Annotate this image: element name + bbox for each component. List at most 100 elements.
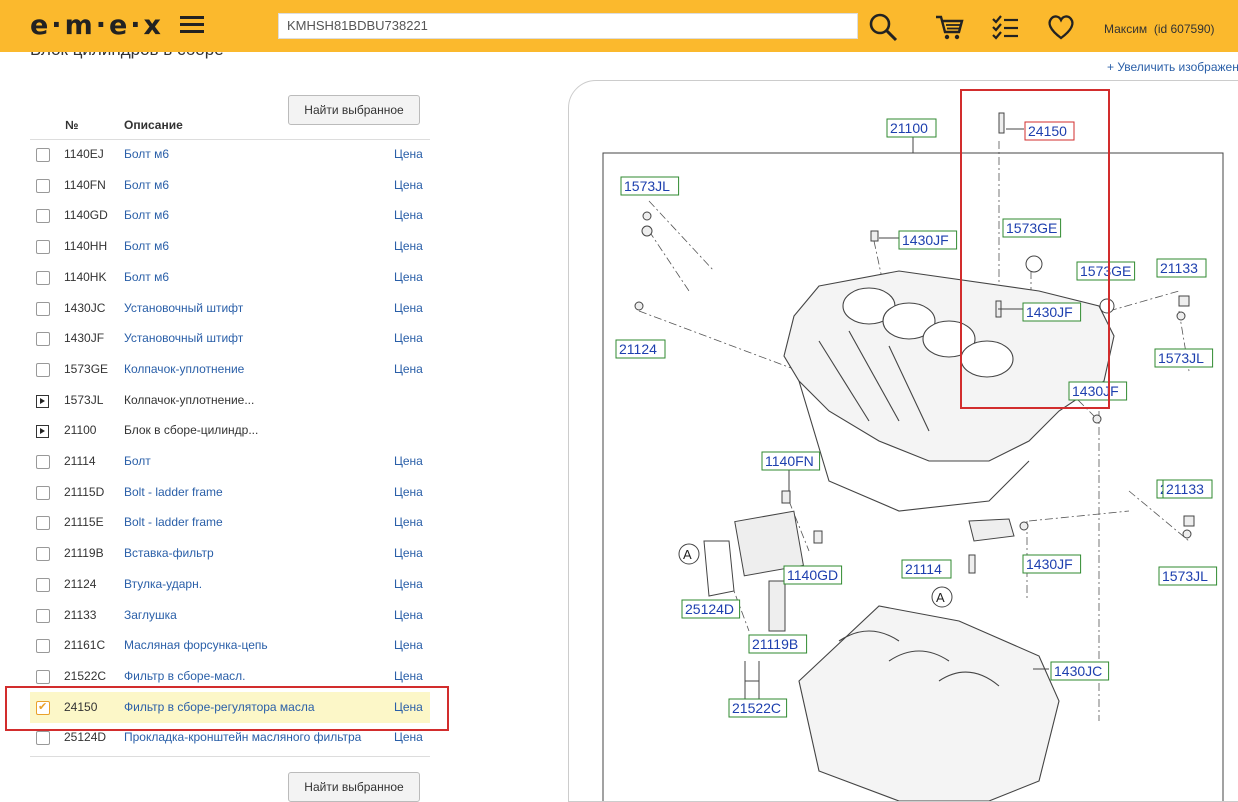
part-description[interactable]: Прокладка-кронштейн масляного фильтра [124, 730, 361, 744]
diagram-label-21100[interactable]: 21100 [886, 118, 937, 138]
price-link[interactable]: Цена [394, 669, 423, 683]
table-row[interactable]: 21161C Масляная форсунка-цепь Цена [30, 630, 430, 661]
row-checkbox[interactable] [36, 240, 50, 255]
part-description[interactable]: Болт м6 [124, 178, 169, 192]
expand-icon[interactable] [36, 394, 49, 408]
table-row[interactable]: 21133 Заглушка Цена [30, 600, 430, 631]
diagram-label-1573JL[interactable]: 1573JL [1158, 566, 1218, 586]
price-link[interactable]: Цена [394, 485, 423, 499]
cart-icon[interactable] [934, 12, 964, 42]
diagram-label-1430JF[interactable]: 1430JF [1022, 554, 1082, 574]
user-info[interactable]: Максим (id 607590) [1104, 22, 1215, 36]
column-description: Описание [124, 118, 183, 132]
row-checkbox[interactable] [36, 608, 50, 623]
diagram-label-21124[interactable]: 21124 [615, 339, 666, 359]
part-number: 21133 [64, 607, 97, 622]
diagram-label-25124D[interactable]: 25124D [681, 599, 741, 619]
find-selected-button-bottom[interactable]: Найти выбранное [288, 772, 420, 802]
diagram-label-21133[interactable]: 21133 [1162, 479, 1213, 499]
search-icon[interactable] [868, 12, 898, 42]
table-row[interactable]: 21115D Bolt - ladder frame Цена [30, 477, 430, 508]
checklist-icon[interactable] [990, 12, 1020, 42]
row-checkbox[interactable] [36, 209, 50, 224]
row-checkbox[interactable] [36, 301, 50, 316]
part-description[interactable]: Болт м6 [124, 239, 169, 253]
diagram-label-21133[interactable]: 21133 [1156, 258, 1207, 278]
price-link[interactable]: Цена [394, 638, 423, 652]
row-checkbox[interactable] [36, 639, 50, 654]
diagram-label-21119B[interactable]: 21119B [748, 634, 808, 654]
row-checkbox[interactable] [36, 547, 50, 562]
menu-icon[interactable] [180, 12, 204, 36]
price-link[interactable]: Цена [394, 178, 423, 192]
part-description[interactable]: Масляная форсунка-цепь [124, 638, 268, 652]
table-row[interactable]: 1430JC Установочный штифт Цена [30, 293, 430, 324]
row-checkbox[interactable] [36, 485, 50, 500]
row-checkbox[interactable] [36, 178, 50, 193]
row-checkbox[interactable] [36, 669, 50, 684]
part-description[interactable]: Установочный штифт [124, 331, 243, 345]
part-description[interactable]: Болт м6 [124, 270, 169, 284]
part-description[interactable]: Заглушка [124, 608, 177, 622]
part-description[interactable]: Bolt - ladder frame [124, 515, 223, 529]
row-checkbox[interactable] [36, 270, 50, 285]
part-description[interactable]: Втулка-ударн. [124, 577, 202, 591]
price-link[interactable]: Цена [394, 577, 423, 591]
table-row[interactable]: 1140GD Болт м6 Цена [30, 200, 430, 231]
part-description[interactable]: Фильтр в сборе-масл. [124, 669, 246, 683]
price-link[interactable]: Цена [394, 608, 423, 622]
price-link[interactable]: Цена [394, 208, 423, 222]
diagram-label-1573JL[interactable]: 1573JL [620, 176, 680, 196]
price-link[interactable]: Цена [394, 730, 423, 744]
table-row[interactable]: 1140EJ Болт м6 Цена [30, 139, 430, 170]
table-row[interactable]: 21100 Блок в сборе-цилиндр... [30, 415, 430, 446]
table-row[interactable]: 21115E Bolt - ladder frame Цена [30, 507, 430, 538]
diagram-label-21522C[interactable]: 21522C [728, 698, 788, 718]
emex-logo[interactable]: e·m·e·x [30, 10, 164, 41]
diagram-label-text: 21133 [1160, 260, 1198, 276]
diagram-label-21114[interactable]: 21114 [901, 559, 952, 579]
part-description[interactable]: Установочный штифт [124, 301, 243, 315]
diagram-label-1573JL[interactable]: 1573JL [1154, 348, 1214, 368]
part-description[interactable]: Bolt - ladder frame [124, 485, 223, 499]
price-link[interactable]: Цена [394, 546, 423, 560]
expand-icon[interactable] [36, 425, 49, 439]
table-row[interactable]: 1140FN Болт м6 Цена [30, 170, 430, 201]
zoom-image-link[interactable]: + Увеличить изображен [1107, 60, 1238, 74]
price-link[interactable]: Цена [394, 270, 423, 284]
price-link[interactable]: Цена [394, 331, 423, 345]
parts-diagram[interactable]: 21100241501573JL1573GE1573GE211332113314… [569, 81, 1238, 801]
table-row[interactable]: 21119B Вставка-фильтр Цена [30, 538, 430, 569]
heart-icon[interactable] [1046, 12, 1076, 42]
price-link[interactable]: Цена [394, 147, 423, 161]
part-description[interactable]: Болт м6 [124, 208, 169, 222]
diagram-label-1430JF[interactable]: 1430JF [898, 230, 958, 250]
price-link[interactable]: Цена [394, 362, 423, 376]
row-checkbox[interactable] [36, 362, 50, 377]
table-row[interactable]: 21124 Втулка-ударн. Цена [30, 569, 430, 600]
table-row[interactable]: 1140HH Болт м6 Цена [30, 231, 430, 262]
part-description[interactable]: Колпачок-уплотнение [124, 362, 244, 376]
part-description[interactable]: Вставка-фильтр [124, 546, 214, 560]
row-checkbox[interactable] [36, 516, 50, 531]
row-checkbox[interactable] [36, 148, 50, 162]
table-row[interactable]: 1140HK Болт м6 Цена [30, 262, 430, 293]
part-description[interactable]: Болт м6 [124, 147, 169, 161]
table-row[interactable]: 1573JL Колпачок-уплотнение... [30, 385, 430, 416]
diagram-label-1140GD[interactable]: 1140GD [783, 565, 843, 585]
row-checkbox[interactable] [36, 455, 50, 469]
row-checkbox[interactable] [36, 577, 50, 592]
row-checkbox[interactable] [36, 731, 50, 746]
table-row[interactable]: 21114 Болт Цена [30, 446, 430, 477]
price-link[interactable]: Цена [394, 239, 423, 253]
search-input[interactable]: KMHSH81BDBU738221 [278, 13, 858, 39]
price-link[interactable]: Цена [394, 515, 423, 529]
table-row[interactable]: 1573GE Колпачок-уплотнение Цена [30, 354, 430, 385]
row-checkbox[interactable] [36, 332, 50, 347]
diagram-label-1430JC[interactable]: 1430JC [1050, 661, 1110, 681]
diagram-label-1140FN[interactable]: 1140FN [761, 451, 821, 471]
price-link[interactable]: Цена [394, 301, 423, 315]
part-description[interactable]: Болт [124, 454, 151, 468]
table-row[interactable]: 1430JF Установочный штифт Цена [30, 323, 430, 354]
price-link[interactable]: Цена [394, 454, 423, 468]
